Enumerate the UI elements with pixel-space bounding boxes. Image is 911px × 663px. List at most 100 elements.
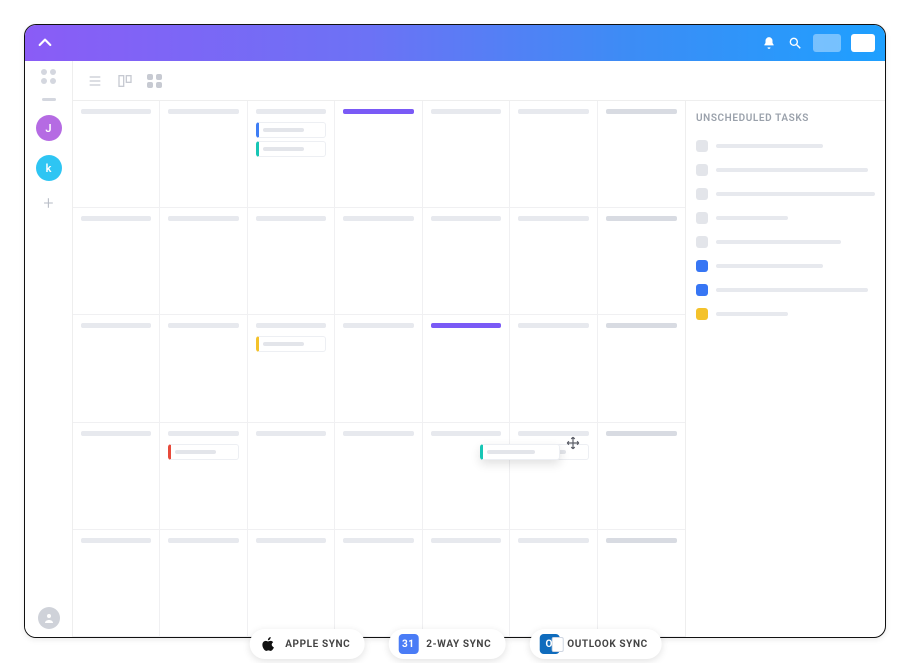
day-placeholder [518,538,588,543]
collapse-icon[interactable] [42,98,56,101]
unscheduled-task[interactable] [696,134,875,158]
unscheduled-task[interactable] [696,302,875,326]
calendar-task[interactable] [256,122,326,138]
task-title-placeholder [716,264,823,268]
day-placeholder [431,431,501,436]
calendar-cell[interactable] [598,101,685,208]
task-title-placeholder [716,312,788,316]
unscheduled-task[interactable] [696,158,875,182]
task-color-dot [696,260,708,272]
unscheduled-task[interactable] [696,206,875,230]
calendar-cell[interactable] [335,315,422,422]
day-placeholder [606,109,677,114]
grid-view-icon[interactable] [147,74,163,88]
apps-icon[interactable] [41,69,57,84]
unscheduled-task[interactable] [696,278,875,302]
app-header [25,25,885,61]
calendar-cell[interactable] [73,530,160,637]
calendar-cell[interactable] [160,423,247,530]
calendar-cell[interactable] [248,530,335,637]
calendar-task[interactable] [168,444,238,460]
day-placeholder [606,323,677,328]
calendar-cell[interactable] [423,208,510,315]
calendar-cell[interactable] [73,101,160,208]
left-rail: J k + [25,61,73,637]
sync-pills: APPLE SYNC 31 2-WAY SYNC O OUTLOOK SYNC [249,629,662,659]
day-placeholder [518,323,588,328]
bell-icon[interactable] [761,35,777,51]
sidebar-title: UNSCHEDULED TASKS [696,113,875,124]
header-toggle[interactable] [813,34,841,52]
calendar-task[interactable] [256,336,326,352]
day-placeholder [518,109,588,114]
calendar-cell[interactable] [598,530,685,637]
move-cursor-icon [566,435,580,454]
task-title-placeholder [716,288,868,292]
task-color-dot [696,308,708,320]
calendar-cell[interactable] [160,315,247,422]
header-user[interactable] [851,34,875,52]
calendar-cell[interactable] [510,208,597,315]
add-workspace-button[interactable]: + [43,195,53,213]
calendar-task[interactable] [256,141,326,157]
calendar-cell[interactable] [73,315,160,422]
day-placeholder [606,216,677,221]
calendar-cell[interactable] [73,208,160,315]
task-title-placeholder [716,168,868,172]
day-placeholder [168,323,238,328]
calendar-cell[interactable] [335,423,422,530]
calendar-cell[interactable] [510,101,597,208]
calendar-cell[interactable] [248,315,335,422]
task-color-dot [696,140,708,152]
calendar-cell[interactable] [335,530,422,637]
profile-icon[interactable] [38,607,60,629]
calendar-cell[interactable] [248,423,335,530]
unscheduled-task[interactable] [696,182,875,206]
calendar-cell[interactable] [423,423,510,530]
task-title-placeholder [716,240,841,244]
day-placeholder [81,431,151,436]
calendar-cell[interactable] [510,423,597,530]
search-icon[interactable] [787,35,803,51]
calendar-cell[interactable] [510,315,597,422]
day-placeholder [168,109,238,114]
calendar-cell[interactable] [73,423,160,530]
outlook-icon: O [539,634,559,654]
calendar-cell[interactable] [598,208,685,315]
calendar-cell[interactable] [510,530,597,637]
calendar-cell[interactable] [160,101,247,208]
calendar-cell[interactable] [248,208,335,315]
unscheduled-sidebar: UNSCHEDULED TASKS [685,101,885,637]
calendar-cell[interactable] [335,208,422,315]
day-placeholder [606,538,677,543]
pill-label: APPLE SYNC [285,639,350,650]
apple-sync-pill[interactable]: APPLE SYNC [249,629,364,659]
calendar-cell[interactable] [598,423,685,530]
day-placeholder [343,431,413,436]
outlook-sync-pill[interactable]: O OUTLOOK SYNC [529,629,662,659]
day-placeholder [168,538,238,543]
unscheduled-task[interactable] [696,230,875,254]
gcal-sync-pill[interactable]: 31 2-WAY SYNC [388,629,505,659]
day-placeholder [431,538,501,543]
calendar-cell[interactable] [160,530,247,637]
calendar-view[interactable] [73,101,685,637]
calendar-cell[interactable] [423,530,510,637]
list-view-icon[interactable] [87,73,103,89]
workspace-avatar-k[interactable]: k [36,155,62,181]
board-view-icon[interactable] [117,73,133,89]
calendar-cell[interactable] [598,315,685,422]
unscheduled-task[interactable] [696,254,875,278]
clickup-logo[interactable] [35,33,55,53]
calendar-cell[interactable] [248,101,335,208]
calendar-cell[interactable] [423,101,510,208]
dragging-task[interactable] [480,444,560,460]
calendar-cell[interactable] [335,101,422,208]
calendar-cell[interactable] [423,315,510,422]
day-placeholder [81,323,151,328]
workspace-avatar-j[interactable]: J [36,115,62,141]
task-color-dot [696,212,708,224]
day-placeholder [256,109,326,114]
task-color-dot [696,164,708,176]
calendar-cell[interactable] [160,208,247,315]
